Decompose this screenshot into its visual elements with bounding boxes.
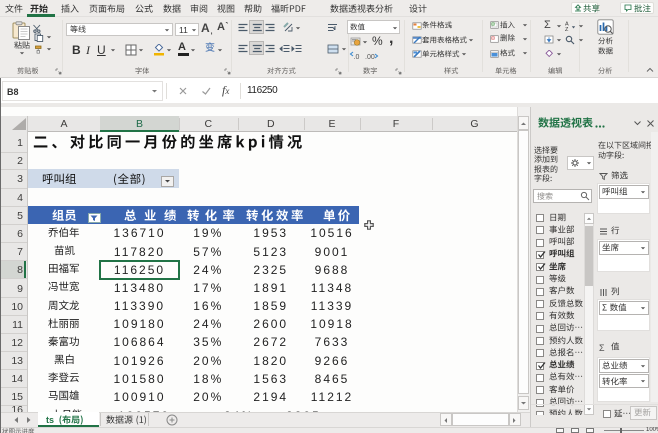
svg-text:Z: Z	[565, 27, 569, 31]
svg-text:.0: .0	[354, 54, 360, 60]
svg-text:ts: ts	[46, 415, 54, 425]
svg-text:.00: .00	[365, 54, 375, 60]
svg-text:Σ: Σ	[599, 343, 605, 352]
